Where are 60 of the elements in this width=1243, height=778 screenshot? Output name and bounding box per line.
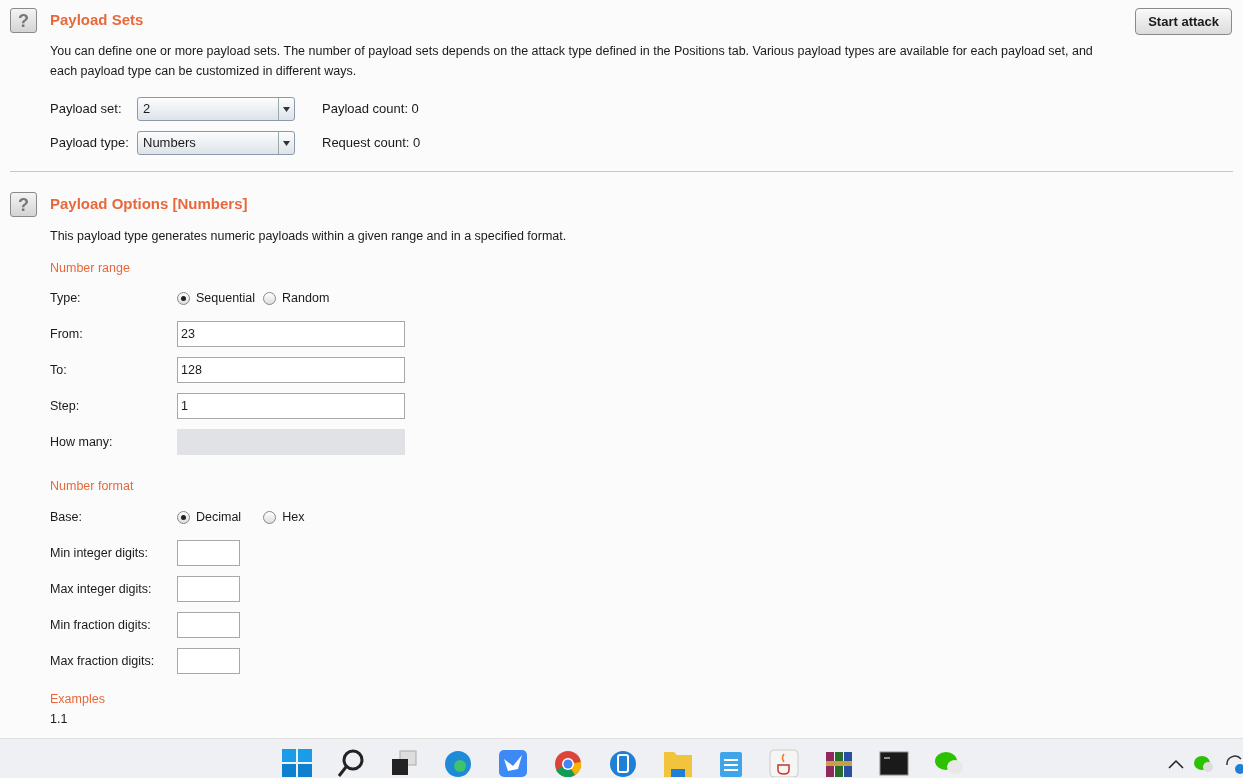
radio-label[interactable]: Sequential: [196, 288, 256, 308]
radio-button[interactable]: [177, 291, 190, 305]
field-label: Max fraction digits:: [50, 652, 156, 670]
folder-icon[interactable]: [663, 749, 693, 777]
radio-button[interactable]: [263, 291, 277, 305]
sync-icon[interactable]: [1224, 753, 1243, 775]
radio-label[interactable]: Hex: [282, 507, 305, 527]
field-label: From:: [50, 325, 84, 343]
example-text: 1.1: [50, 711, 69, 727]
section-description: This payload type generates numeric payloads within a given range and in a specified format.: [50, 227, 568, 245]
help-button[interactable]: ?: [10, 192, 37, 217]
section-title: Payload Sets: [50, 10, 144, 30]
java-cup-icon[interactable]: [769, 749, 799, 777]
dropdown[interactable]: Numbers: [137, 131, 295, 155]
windows-start-icon[interactable]: [282, 749, 312, 777]
search-icon[interactable]: [337, 749, 365, 777]
field-label: Payload type:: [50, 134, 130, 153]
bird-app-icon[interactable]: [498, 749, 528, 777]
chevron-up-icon[interactable]: [1168, 759, 1184, 769]
edge-browser-icon[interactable]: [443, 749, 473, 777]
chat-tray-icon[interactable]: [1194, 755, 1214, 773]
archive-books-icon[interactable]: [824, 749, 854, 777]
input-field[interactable]: [177, 576, 240, 602]
input-field[interactable]: 128: [177, 357, 405, 384]
chrome-browser-icon[interactable]: [553, 749, 583, 777]
section-description: You can define one or more payload sets. The number of payload sets depends on the attack type defined in the Positions tab. Various payload types are available for each payload set, and each payload type can be customized in different ways.: [50, 43, 1094, 80]
input-field[interactable]: [177, 540, 240, 566]
help-button[interactable]: ?: [10, 8, 37, 33]
field-label: Min integer digits:: [50, 544, 149, 562]
field-label: How many:: [50, 433, 114, 451]
chat-bubbles-icon[interactable]: [934, 749, 964, 777]
field-label: Base:: [50, 508, 83, 526]
phone-app-icon[interactable]: [608, 749, 638, 777]
input-field[interactable]: 1: [177, 393, 405, 420]
count-label: Payload count: 0: [322, 100, 419, 119]
field-label: To:: [50, 361, 68, 379]
section-title: Payload Options [Numbers]: [50, 194, 248, 214]
field-label: Type:: [50, 289, 82, 307]
dropdown[interactable]: 2: [137, 97, 295, 121]
notepad-icon[interactable]: [718, 749, 744, 777]
radio-label[interactable]: Decimal: [196, 507, 242, 527]
group-heading: Number format: [50, 478, 135, 496]
group-heading: Examples: [50, 691, 106, 708]
field-label: Min fraction digits:: [50, 616, 152, 634]
field-label: Step:: [50, 397, 81, 415]
input-field[interactable]: [177, 612, 240, 638]
radio-button[interactable]: [177, 510, 190, 524]
field-label: Max integer digits:: [50, 580, 153, 598]
start-attack-button[interactable]: Start attack: [1135, 8, 1232, 35]
terminal-icon[interactable]: [879, 749, 909, 777]
radio-label[interactable]: Random: [282, 288, 330, 308]
count-label: Request count: 0: [322, 134, 421, 153]
input-field[interactable]: 23: [177, 321, 405, 348]
group-heading: Number range: [50, 259, 131, 277]
radio-button[interactable]: [263, 510, 277, 524]
caret-icon: [283, 106, 290, 112]
field-label: Payload set:: [50, 100, 123, 119]
input-field[interactable]: [177, 648, 240, 674]
task-view-icon[interactable]: [390, 749, 418, 777]
caret-icon: [283, 140, 290, 146]
